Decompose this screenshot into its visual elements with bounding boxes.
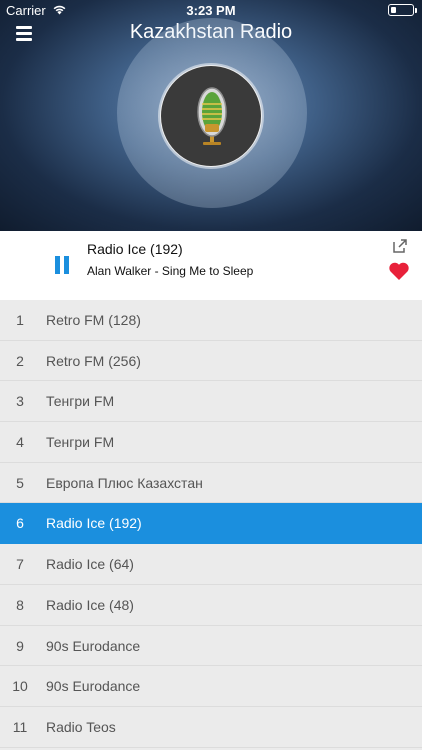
station-number: 10: [12, 678, 28, 695]
station-row[interactable]: 9 90s Eurodance: [0, 625, 422, 667]
microphone-icon: [197, 87, 227, 145]
station-name: Radio Teos: [46, 718, 116, 735]
now-playing-bar: Radio Ice (192) Alan Walker - Sing Me to…: [0, 231, 422, 300]
heart-icon[interactable]: [388, 261, 410, 281]
station-number: 11: [12, 718, 28, 735]
station-name: Retro FM (128): [46, 312, 141, 328]
station-number: 1: [16, 312, 24, 328]
station-name: Radio Ice (192): [46, 515, 142, 532]
station-row[interactable]: 11 Radio Teos: [0, 706, 422, 748]
station-row[interactable]: 1 Retro FM (128): [0, 300, 422, 341]
status-time: 3:23 PM: [186, 3, 236, 18]
station-name: Европа Плюс Казахстан: [46, 474, 203, 491]
station-row[interactable]: 7 Radio Ice (64): [0, 544, 422, 585]
now-playing-station: Radio Ice (192): [87, 241, 183, 257]
status-bar: Carrier 3:23 PM: [0, 0, 422, 20]
station-name: 90s Eurodance: [46, 637, 141, 654]
station-number: 5: [16, 474, 24, 491]
station-row[interactable]: 8 Radio Ice (48): [0, 584, 422, 626]
station-row[interactable]: 2 Retro FM (256): [0, 340, 422, 382]
station-name: Radio Ice (64): [46, 556, 134, 573]
station-number: 2: [16, 352, 24, 369]
station-row[interactable]: 4 Тенгри FM: [0, 422, 422, 463]
station-number: 7: [16, 556, 24, 573]
station-artwork: [160, 65, 262, 167]
pause-button[interactable]: [55, 256, 69, 274]
station-row[interactable]: 3 Тенгри FM: [0, 381, 422, 423]
header: Carrier 3:23 PM Kazakhstan Radio: [0, 0, 422, 231]
station-number: 8: [16, 596, 24, 613]
station-list: 1 Retro FM (128) 2 Retro FM (256) 3 Тенгри …: [0, 300, 422, 748]
station-name: Тенгри FM: [46, 434, 115, 451]
station-name: Тенгри FM: [46, 393, 115, 410]
battery-icon: [388, 4, 417, 16]
now-playing-track: Alan Walker - Sing Me to Sleep: [87, 264, 254, 278]
station-number: 3: [16, 393, 24, 410]
station-name: Retro FM (256): [46, 352, 141, 369]
station-name: 90s Eurodance: [46, 678, 141, 695]
share-icon[interactable]: [392, 238, 408, 254]
station-name: Radio Ice (48): [46, 596, 134, 613]
pause-icon: [55, 256, 60, 274]
station-row[interactable]: 5 Европа Плюс Казахстан: [0, 462, 422, 504]
station-row[interactable]: 10 90s Eurodance: [0, 666, 422, 707]
station-row-active[interactable]: 6 Radio Ice (192): [0, 503, 422, 545]
station-number: 6: [16, 515, 24, 532]
station-number: 9: [16, 637, 24, 654]
station-number: 4: [16, 434, 24, 451]
